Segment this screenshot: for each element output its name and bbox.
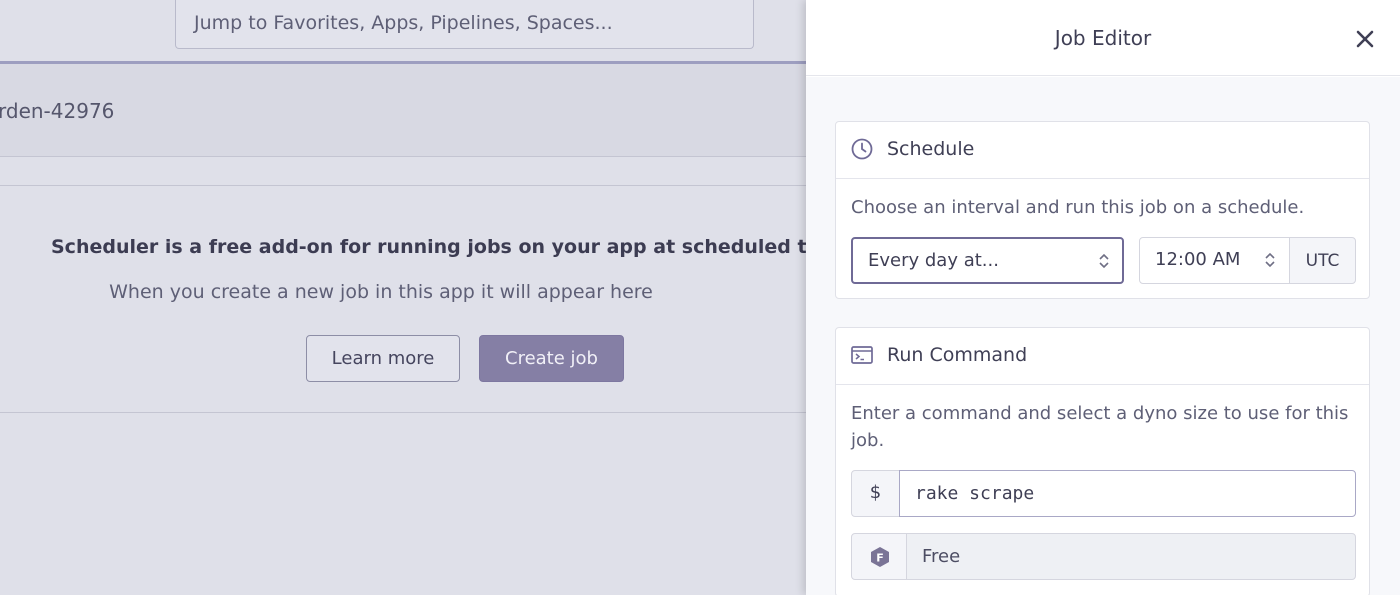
command-prefix-symbol: $ (869, 482, 882, 503)
timezone-label: UTC (1305, 251, 1340, 271)
schedule-card: Schedule Choose an interval and run this… (835, 121, 1370, 299)
drawer-header: Job Editor (806, 0, 1400, 76)
close-icon[interactable] (1352, 26, 1378, 52)
terminal-icon (851, 346, 873, 364)
drawer-title: Job Editor (1054, 26, 1152, 50)
search-placeholder: Jump to Favorites, Apps, Pipelines, Spac… (194, 12, 613, 34)
run-command-card-header: Run Command (836, 328, 1369, 385)
interval-select-value: Every day at... (868, 250, 999, 271)
schedule-description: Choose an interval and run this job on a… (851, 197, 1305, 218)
drawer-body: Schedule Choose an interval and run this… (806, 77, 1400, 595)
schedule-card-header: Schedule (836, 122, 1369, 179)
chevron-updown-icon (1265, 252, 1275, 268)
clock-icon (851, 138, 873, 160)
command-input-value: rake scrape (915, 483, 1035, 504)
command-prefix: $ (851, 470, 900, 517)
interval-select[interactable]: Every day at... (851, 237, 1124, 284)
dyno-size-select[interactable]: Free (906, 533, 1356, 580)
empty-state-panel: Scheduler is a free add-on for running j… (0, 185, 806, 413)
app-name-row: rden-42976 (0, 64, 806, 157)
empty-state-headline: Scheduler is a free add-on for running j… (51, 236, 806, 258)
free-dyno-icon: F (871, 547, 889, 567)
dyno-size-value: Free (922, 546, 961, 567)
time-select-value: 12:00 AM (1155, 249, 1241, 270)
run-command-card: Run Command Enter a command and select a… (835, 327, 1370, 595)
create-job-button[interactable]: Create job (479, 335, 624, 382)
app-name: rden-42976 (0, 99, 115, 123)
chevron-updown-icon (1099, 253, 1109, 269)
timezone-addon: UTC (1289, 237, 1356, 284)
run-command-title: Run Command (887, 344, 1028, 366)
search-input[interactable]: Jump to Favorites, Apps, Pipelines, Spac… (175, 0, 754, 49)
learn-more-button[interactable]: Learn more (306, 335, 460, 382)
dyno-badge: F (851, 533, 907, 580)
empty-state-subtext: When you create a new job in this app it… (109, 281, 653, 303)
run-command-description: Enter a command and select a dyno size t… (851, 403, 1349, 451)
command-input[interactable]: rake scrape (899, 470, 1356, 517)
time-select[interactable]: 12:00 AM (1139, 237, 1290, 284)
background-app: Jump to Favorites, Apps, Pipelines, Spac… (0, 0, 806, 595)
dyno-badge-letter: F (876, 552, 884, 565)
job-editor-drawer: Job Editor Schedule Choose an interval a… (806, 0, 1400, 595)
schedule-title: Schedule (887, 138, 975, 160)
